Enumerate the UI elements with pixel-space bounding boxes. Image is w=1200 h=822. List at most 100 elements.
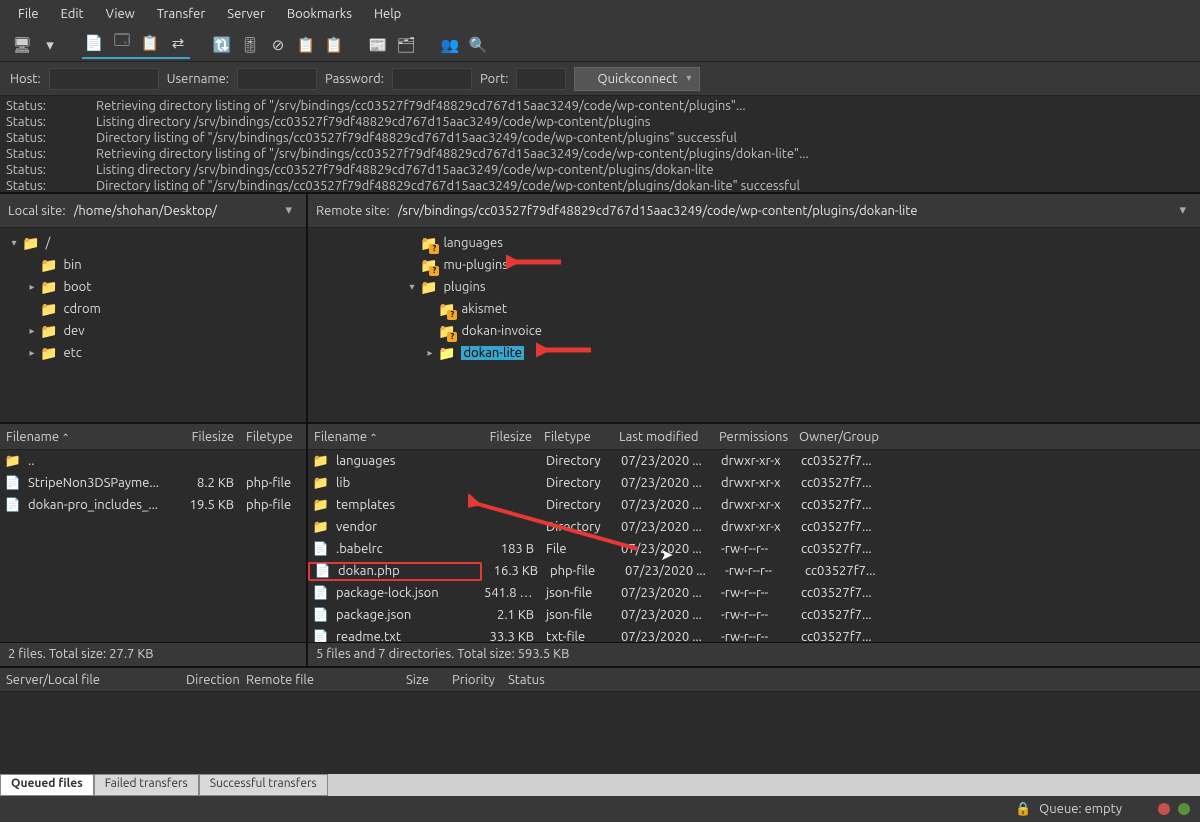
col-filename[interactable]: Filename	[0, 430, 180, 444]
file-modified: 07/23/2020 ...	[615, 586, 715, 600]
log-status-label: Status:	[6, 146, 96, 162]
file-type: json-file	[540, 608, 615, 622]
file-name: ..	[22, 454, 180, 468]
remote-site-dropdown-icon[interactable]: ▾	[1173, 203, 1192, 218]
file-row[interactable]: 📁 templates Directory 07/23/2020 ... drw…	[308, 494, 1200, 516]
log-status-label: Status:	[6, 178, 96, 194]
file-type: Directory	[540, 476, 615, 490]
host-input[interactable]	[49, 68, 159, 90]
tree-item[interactable]: 📁languages	[310, 232, 1198, 254]
file-row[interactable]: 📄 .babelrc183 B File 07/23/2020 ... -rw-…	[308, 538, 1200, 560]
toolbar-icon[interactable]: ▾	[38, 33, 62, 57]
tree-item[interactable]: 📁dokan-invoice	[310, 320, 1198, 342]
file-row[interactable]: 📁 languages Directory 07/23/2020 ... drw…	[308, 450, 1200, 472]
col-modified-r[interactable]: Last modified	[613, 430, 713, 444]
file-row[interactable]: 📄 StripeNon3DSPayme... 8.2 KB php-file	[0, 472, 306, 494]
file-icon: 📄	[4, 498, 22, 513]
expand-icon[interactable]: ▾	[8, 237, 20, 249]
menu-server[interactable]: Server	[217, 2, 275, 26]
toolbar-icon[interactable]: 📋	[322, 33, 346, 57]
tree-item[interactable]: ▸📁etc	[2, 342, 304, 364]
col-filetype[interactable]: Filetype	[240, 430, 300, 444]
tree-item[interactable]: 📁akismet	[310, 298, 1198, 320]
toolbar-icon[interactable]: 📰	[366, 33, 390, 57]
local-site-label: Local site:	[8, 204, 66, 218]
menu-view[interactable]: View	[96, 2, 145, 26]
menu-edit[interactable]: Edit	[51, 2, 94, 26]
local-site-input[interactable]	[70, 202, 280, 220]
file-row[interactable]: 📁 lib Directory 07/23/2020 ... drwxr-xr-…	[308, 472, 1200, 494]
file-owner: cc03527f7...	[795, 542, 885, 556]
expand-icon[interactable]: ▸	[424, 347, 436, 359]
menu-transfer[interactable]: Transfer	[147, 2, 216, 26]
queue-col-status[interactable]: Status	[502, 673, 562, 687]
toolbar-icon[interactable]: 🖥	[10, 33, 34, 57]
expand-icon[interactable]: ▸	[26, 325, 38, 337]
menu-bookmarks[interactable]: Bookmarks	[277, 2, 362, 26]
col-owner-r[interactable]: Owner/Group	[793, 430, 883, 444]
tree-item[interactable]: ▾📁/	[2, 232, 304, 254]
toolbar-icon[interactable]: 🔃	[210, 33, 234, 57]
expand-icon[interactable]: ▸	[26, 347, 38, 359]
local-site-dropdown-icon[interactable]: ▾	[279, 203, 298, 218]
toolbar-icon[interactable]: 🗔	[110, 31, 134, 55]
port-input[interactable]	[516, 68, 566, 90]
queue-col-size[interactable]: Size	[400, 673, 446, 687]
tree-item-label: dev	[63, 324, 84, 338]
remote-site-input[interactable]	[394, 202, 1174, 220]
toolbar-icon[interactable]: 📄	[82, 31, 106, 55]
bottom-status-bar: 🔒 Queue: empty	[0, 796, 1200, 822]
toolbar-icon[interactable]: 📋	[294, 33, 318, 57]
menu-file[interactable]: File	[8, 2, 49, 26]
col-filesize[interactable]: Filesize	[180, 430, 240, 444]
log-row: Status:Retrieving directory listing of "…	[6, 146, 1194, 162]
toolbar-icon[interactable]: 🎚	[238, 33, 262, 57]
toolbar-icon[interactable]: ⊘	[266, 33, 290, 57]
tab-failed-transfers[interactable]: Failed transfers	[94, 774, 199, 796]
file-perms: -rw-r--r--	[715, 630, 795, 642]
username-input[interactable]	[237, 68, 317, 90]
file-row[interactable]: 📄 package-lock.json541.8 KB json-file 07…	[308, 582, 1200, 604]
tab-queued-files[interactable]: Queued files	[0, 774, 94, 796]
tree-item[interactable]: ▾📁plugins	[310, 276, 1198, 298]
tree-item[interactable]: 📁cdrom	[2, 298, 304, 320]
remote-tree[interactable]: 📁languages📁mu-plugins▾📁plugins📁akismet📁d…	[308, 228, 1200, 422]
expand-icon[interactable]: ▾	[406, 281, 418, 293]
tree-item[interactable]: 📁bin	[2, 254, 304, 276]
file-row[interactable]: 📄 dokan.php16.3 KB php-file 07/23/2020 .…	[308, 560, 1200, 582]
tab-successful-transfers[interactable]: Successful transfers	[199, 774, 328, 796]
col-filetype-r[interactable]: Filetype	[538, 430, 613, 444]
queue-col-direction[interactable]: Direction	[180, 673, 240, 687]
toolbar-icon[interactable]: 📋	[138, 31, 162, 55]
file-size: 541.8 KB	[478, 586, 540, 600]
queue-col-priority[interactable]: Priority	[446, 673, 502, 687]
queue-col-server-local-file[interactable]: Server/Local file	[0, 673, 180, 687]
password-input[interactable]	[392, 68, 472, 90]
tree-item[interactable]: ▸📁dev	[2, 320, 304, 342]
local-tree[interactable]: ▾📁/📁bin▸📁boot📁cdrom▸📁dev▸📁etc	[0, 228, 306, 422]
col-perms-r[interactable]: Permissions	[713, 430, 793, 444]
file-row[interactable]: 📁 vendor Directory 07/23/2020 ... drwxr-…	[308, 516, 1200, 538]
file-row[interactable]: 📄 readme.txt33.3 KB txt-file 07/23/2020 …	[308, 626, 1200, 642]
file-row[interactable]: 📄 package.json2.1 KB json-file 07/23/202…	[308, 604, 1200, 626]
file-row[interactable]: 📄 dokan-pro_includes_... 19.5 KB php-fil…	[0, 494, 306, 516]
tree-item[interactable]: ▸📁dokan-lite	[310, 342, 1198, 364]
toolbar-icon[interactable]: 🔍	[466, 33, 490, 57]
tree-item[interactable]: ▸📁boot	[2, 276, 304, 298]
file-row[interactable]: 📁 ..	[0, 450, 306, 472]
toolbar-icon[interactable]: ⇄	[166, 31, 190, 55]
tree-item-label: etc	[63, 346, 81, 360]
menu-help[interactable]: Help	[364, 2, 411, 26]
col-filesize-r[interactable]: Filesize	[478, 430, 538, 444]
toolbar-icon[interactable]: 🗂	[394, 33, 418, 57]
col-filename-r[interactable]: Filename	[308, 430, 478, 444]
queue-status-label: Queue: empty	[1039, 802, 1122, 816]
toolbar-icon[interactable]: 👥	[438, 33, 462, 57]
tree-item[interactable]: 📁mu-plugins	[310, 254, 1198, 276]
file-icon: 📁	[312, 454, 330, 469]
expand-icon[interactable]: ▸	[26, 281, 38, 293]
log-message: Retrieving directory listing of "/srv/bi…	[96, 98, 746, 114]
file-modified: 07/23/2020 ...	[615, 476, 715, 490]
quickconnect-button[interactable]: Quickconnect	[574, 67, 700, 91]
queue-col-remote-file[interactable]: Remote file	[240, 673, 400, 687]
